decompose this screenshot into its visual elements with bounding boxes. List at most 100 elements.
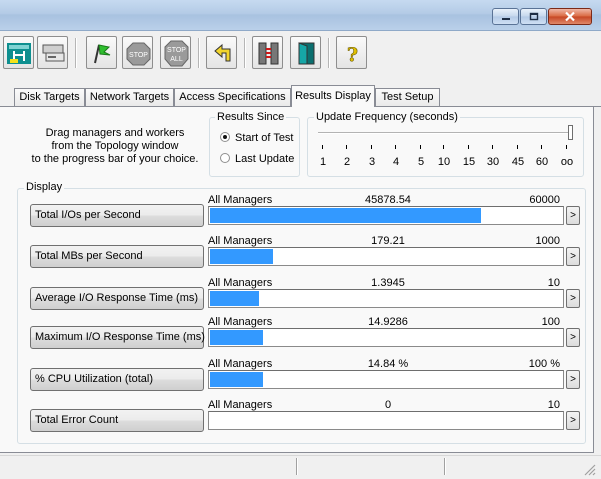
instructions-line-2: from the Topology window — [51, 140, 179, 152]
frequency-tick-label: 60 — [535, 156, 549, 168]
metric-value: 179.21 — [371, 235, 405, 247]
tab-test-setup[interactable]: Test Setup — [375, 88, 440, 106]
metric-button[interactable]: Total MBs per Second — [30, 245, 204, 268]
source-label: All Managers — [208, 316, 273, 328]
start-button[interactable] — [86, 36, 117, 69]
instructions-line-3: to the progress bar of your choice. — [31, 153, 199, 165]
last-update-radio[interactable] — [220, 153, 230, 163]
metric-value: 0 — [384, 399, 392, 411]
frequency-tick-label: 45 — [511, 156, 525, 168]
metric-button[interactable]: Maximum I/O Response Time (ms) — [30, 326, 205, 349]
frequency-tick-label: 5 — [417, 156, 425, 168]
help-button[interactable]: ? — [336, 36, 367, 69]
expand-arrow-button[interactable]: > — [566, 247, 580, 266]
stop-all-icon-text-1: STOP — [167, 47, 186, 54]
progress-bar[interactable] — [208, 206, 564, 225]
topology-icon — [7, 43, 31, 64]
frequency-tick — [420, 145, 421, 149]
close-icon — [549, 9, 591, 24]
tab-label: Network Targets — [89, 91, 170, 103]
tab-label: Access Specifications — [179, 91, 286, 103]
frequency-tick-label: 1 — [319, 156, 327, 168]
progress-bar-fill — [210, 330, 263, 345]
tab-label: Results Display — [295, 90, 371, 102]
stop-all-button[interactable]: STOP ALL — [160, 36, 191, 69]
metric-button[interactable]: % CPU Utilization (total) — [30, 368, 204, 391]
tab-disk-targets[interactable]: Disk Targets — [14, 88, 85, 106]
stop-all-icon-text-2: ALL — [170, 56, 183, 63]
tab-access-specifications[interactable]: Access Specifications — [174, 88, 291, 106]
metric-max: 10 — [547, 277, 560, 289]
last-update-label[interactable]: Last Update — [235, 153, 294, 165]
topology-button[interactable] — [3, 36, 34, 69]
frequency-tick-label: oo — [560, 156, 574, 168]
frequency-tick — [443, 145, 444, 149]
display-title: Display — [24, 181, 65, 193]
exit-button[interactable] — [290, 36, 321, 69]
progress-bar[interactable] — [208, 411, 564, 430]
update-frequency-thumb[interactable] — [568, 125, 573, 140]
help-icon: ? — [347, 44, 359, 67]
close-button[interactable] — [548, 8, 592, 25]
frequency-tick — [468, 145, 469, 149]
metric-max: 60000 — [529, 194, 560, 206]
update-frequency-track[interactable] — [318, 132, 572, 134]
help-glyph: ? — [347, 44, 358, 66]
progress-bar-fill — [210, 291, 259, 306]
tab-network-targets[interactable]: Network Targets — [85, 88, 174, 106]
metric-value: 1.3945 — [371, 277, 405, 289]
instructions-text: Drag managers and workers from the Topol… — [20, 127, 210, 166]
status-divider — [296, 458, 298, 475]
maximize-button[interactable] — [520, 8, 547, 25]
frequency-tick — [541, 145, 542, 149]
resize-grip-icon[interactable] — [582, 462, 596, 476]
results-since-title: Results Since — [215, 111, 287, 123]
progress-bar[interactable] — [208, 247, 564, 266]
source-label: All Managers — [208, 399, 273, 411]
frequency-tick-label: 3 — [368, 156, 376, 168]
minimize-icon — [493, 9, 518, 24]
results-since-group — [209, 117, 300, 177]
metric-max: 100 — [541, 316, 560, 328]
frequency-tick — [371, 145, 372, 149]
start-of-test-label[interactable]: Start of Test — [235, 132, 294, 144]
metric-button[interactable]: Total I/Os per Second — [30, 204, 204, 227]
expand-arrow-button[interactable]: > — [566, 328, 580, 347]
frequency-tick-label: 15 — [462, 156, 476, 168]
metric-button[interactable]: Average I/O Response Time (ms) — [30, 287, 204, 310]
metric-max: 10 — [547, 399, 560, 411]
progress-bar[interactable] — [208, 370, 564, 389]
frequency-tick-label: 30 — [486, 156, 500, 168]
toolbar-separator — [75, 38, 77, 68]
tab-results-display[interactable]: Results Display — [291, 85, 375, 107]
maximize-icon — [521, 9, 546, 24]
stop-icon-text: STOP — [129, 52, 148, 59]
network-icon — [258, 42, 279, 65]
stop-button[interactable]: STOP — [122, 36, 153, 69]
stop-all-icon: STOP ALL — [164, 40, 189, 67]
expand-arrow-button[interactable]: > — [566, 370, 580, 389]
expand-arrow-button[interactable]: > — [566, 289, 580, 308]
stop-icon: STOP — [126, 42, 151, 66]
reset-button[interactable] — [206, 36, 237, 69]
tab-label: Disk Targets — [19, 91, 80, 103]
start-of-test-radio[interactable] — [220, 132, 230, 142]
network-button[interactable] — [252, 36, 283, 69]
tab-label: Test Setup — [381, 91, 434, 103]
frequency-tick — [517, 145, 518, 149]
minimize-button[interactable] — [492, 8, 519, 25]
metric-max: 1000 — [535, 235, 560, 247]
frequency-tick — [322, 145, 323, 149]
disk-button[interactable] — [37, 36, 68, 69]
progress-bar[interactable] — [208, 328, 564, 347]
frequency-tick-label: 2 — [343, 156, 351, 168]
expand-arrow-button[interactable]: > — [566, 411, 580, 430]
update-frequency-group — [307, 117, 584, 177]
toolbar-separator — [244, 38, 246, 68]
status-divider — [444, 458, 446, 475]
frequency-tick — [346, 145, 347, 149]
expand-arrow-button[interactable]: > — [566, 206, 580, 225]
progress-bar[interactable] — [208, 289, 564, 308]
disk-icon — [42, 44, 65, 62]
metric-button[interactable]: Total Error Count — [30, 409, 204, 432]
